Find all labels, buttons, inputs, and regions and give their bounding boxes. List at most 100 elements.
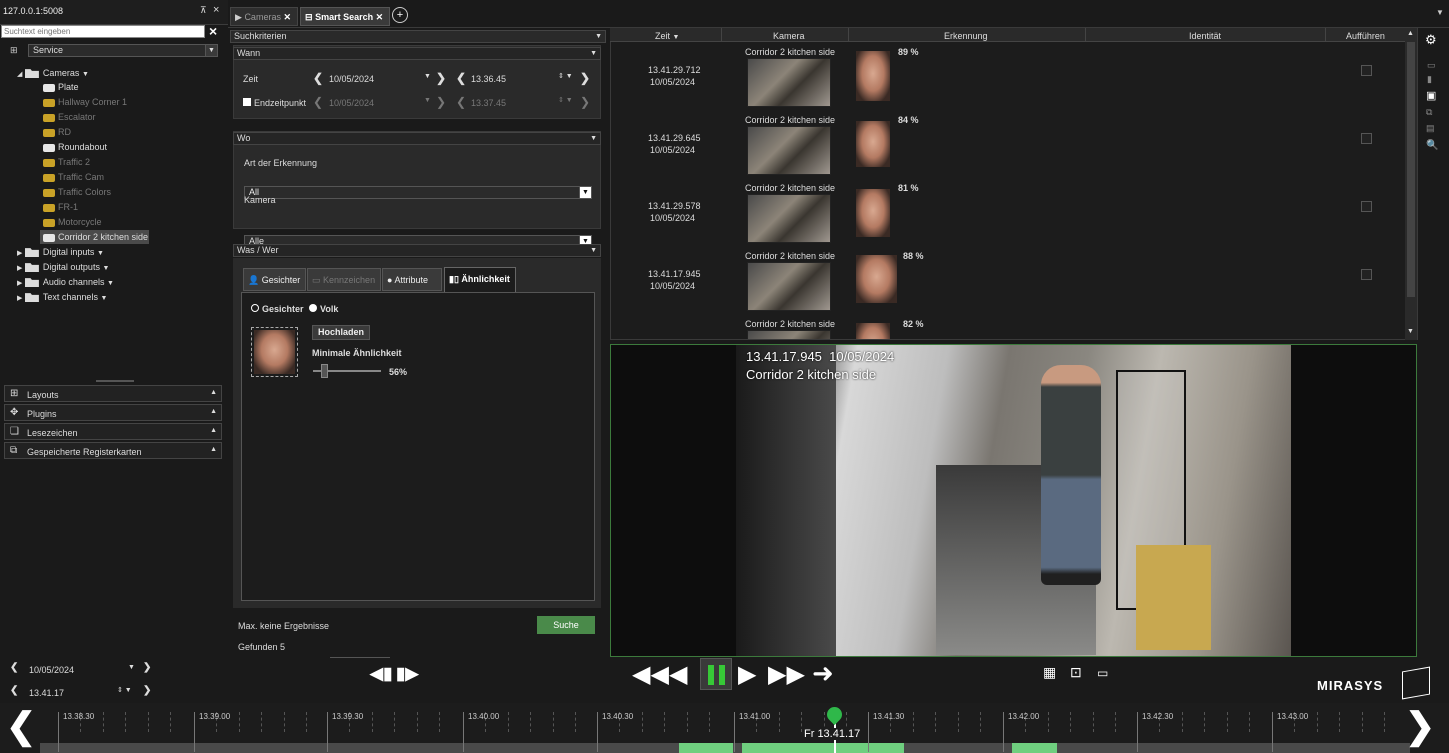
splitter-handle[interactable]: [96, 380, 134, 382]
playback-date[interactable]: 10/05/2024: [29, 665, 74, 675]
tree-digital-inputs[interactable]: ▶ Digital inputs ▼: [17, 245, 104, 259]
step-back-button[interactable]: ◀▮: [370, 664, 392, 684]
prev-day-button[interactable]: ❮: [10, 662, 18, 673]
close-tab-icon[interactable]: ✕: [283, 12, 291, 22]
search-button[interactable]: Suche: [537, 616, 595, 634]
waswer-header[interactable]: Was / Wer ▼: [233, 244, 601, 257]
row-face-crop[interactable]: [856, 51, 890, 101]
next-time-button[interactable]: ❯: [580, 71, 590, 85]
col-time[interactable]: Zeit ▼: [655, 31, 679, 41]
radio-faces[interactable]: [251, 304, 259, 312]
go-live-button[interactable]: ➜: [812, 658, 834, 689]
wo-header[interactable]: Wo ▼: [233, 132, 601, 145]
tree-camera-fr1[interactable]: FR-1: [43, 200, 78, 214]
side-panel-saved-tabs[interactable]: ⧉ Gespeicherte Registerkarten ▲: [4, 442, 222, 459]
search-input[interactable]: [1, 25, 205, 38]
next-time-button[interactable]: ❯: [143, 685, 151, 696]
export-icon[interactable]: ⧉: [1426, 107, 1432, 118]
radio-crowd[interactable]: [309, 304, 317, 312]
next-day-button[interactable]: ❯: [143, 662, 151, 673]
table-row[interactable]: 13.41.29.645 10/05/2024 Corridor 2 kitch…: [611, 111, 1405, 177]
panel-icon[interactable]: ▮: [1427, 74, 1432, 85]
fast-rewind-button[interactable]: ◀◀: [632, 660, 669, 689]
overflow-menu-icon[interactable]: ▼: [1436, 8, 1444, 17]
row-face-crop[interactable]: [856, 189, 890, 237]
tree-camera-roundabout[interactable]: Roundabout: [43, 140, 107, 154]
bookmark-add-icon[interactable]: ⊡: [1070, 664, 1082, 681]
table-row[interactable]: 13.41.17.945 10/05/2024 Corridor 2 kitch…: [611, 247, 1405, 313]
layout-icon[interactable]: ▭: [1427, 60, 1436, 71]
save-icon[interactable]: ▣: [1426, 89, 1436, 102]
results-scrollbar[interactable]: ▲ ▼: [1405, 28, 1417, 340]
row-show-checkbox[interactable]: [1361, 201, 1372, 212]
end-date-field[interactable]: 10/05/2024: [329, 98, 374, 108]
subtab-similarity[interactable]: ▮▯ Ähnlichkeit: [444, 267, 516, 293]
end-time-checkbox[interactable]: [243, 98, 251, 106]
tree-digital-outputs[interactable]: ▶ Digital outputs ▼: [17, 260, 109, 274]
tree-camera-rd[interactable]: RD: [43, 125, 71, 139]
video-frame[interactable]: 13.41.17.945 10/05/2024 Corridor 2 kitch…: [736, 345, 1291, 656]
table-row[interactable]: Corridor 2 kitchen side 82 %: [611, 315, 1405, 339]
side-panel-plugins[interactable]: ✥ Plugins ▲: [4, 404, 222, 421]
zeit-time-field[interactable]: 13.36.45: [471, 74, 506, 84]
list-icon[interactable]: ▤: [1426, 123, 1435, 134]
tab-smart-search[interactable]: ⊟ Smart Search ✕: [300, 7, 390, 26]
play-reverse-button[interactable]: ◀: [669, 660, 687, 689]
tree-camera-hallway[interactable]: Hallway Corner 1: [43, 95, 127, 109]
timeline-back-button[interactable]: ❮: [6, 708, 36, 744]
col-show[interactable]: Aufführen: [1346, 31, 1385, 41]
tree-camera-escalator[interactable]: Escalator: [43, 110, 96, 124]
detection-type-select[interactable]: All ▼: [244, 186, 592, 199]
row-show-checkbox[interactable]: [1361, 65, 1372, 76]
timeline-forward-button[interactable]: ❯: [1405, 708, 1435, 744]
row-thumbnail[interactable]: [747, 330, 831, 339]
upload-button[interactable]: Hochladen: [312, 325, 370, 340]
clear-search-button[interactable]: ×: [209, 23, 217, 39]
end-time-field[interactable]: 13.37.45: [471, 98, 506, 108]
scroll-thumb[interactable]: [1407, 42, 1415, 297]
date-dropdown-icon[interactable]: ▼: [424, 73, 431, 80]
tree-camera-trafficcolors[interactable]: Traffic Colors: [43, 185, 111, 199]
side-panel-bookmarks[interactable]: ❏ Lesezeichen ▲: [4, 423, 222, 440]
row-thumbnail[interactable]: [747, 194, 831, 243]
prev-date-button[interactable]: ❮: [313, 71, 323, 85]
table-row[interactable]: 13.41.29.578 10/05/2024 Corridor 2 kitch…: [611, 179, 1405, 245]
date-dropdown-icon[interactable]: ▼: [128, 664, 135, 671]
date-dropdown-icon[interactable]: ▼: [424, 97, 431, 104]
single-view-icon[interactable]: ▭: [1097, 666, 1108, 680]
tree-camera-traffic2[interactable]: Traffic 2: [43, 155, 90, 169]
row-show-checkbox[interactable]: [1361, 269, 1372, 280]
zoom-icon[interactable]: 🔍: [1426, 140, 1438, 151]
prev-time-button[interactable]: ❮: [456, 71, 466, 85]
subtab-faces[interactable]: 👤 Gesichter: [243, 268, 306, 291]
col-detection[interactable]: Erkennung: [944, 31, 988, 41]
row-show-checkbox[interactable]: [1361, 133, 1372, 144]
tree-camera-plate[interactable]: Plate: [43, 80, 79, 94]
pause-button[interactable]: [700, 658, 732, 690]
next-time-button[interactable]: ❯: [580, 95, 590, 109]
col-camera[interactable]: Kamera: [773, 31, 805, 41]
server-select[interactable]: Service ▼: [28, 44, 218, 57]
tree-camera-motorcycle[interactable]: Motorcycle: [43, 215, 102, 229]
tree-cameras[interactable]: ◢ Cameras ▼: [17, 66, 89, 80]
step-forward-button[interactable]: ▮▶: [396, 664, 418, 684]
row-face-crop[interactable]: [856, 323, 890, 339]
row-thumbnail[interactable]: [747, 126, 831, 175]
grid-view-icon[interactable]: ▦: [1043, 664, 1056, 681]
subtab-attributes[interactable]: ● Attribute: [382, 268, 442, 291]
similarity-slider-thumb[interactable]: [321, 364, 328, 378]
prev-time-button[interactable]: ❮: [456, 95, 466, 109]
tab-cameras[interactable]: ▶ Cameras ✕: [230, 7, 298, 26]
row-thumbnail[interactable]: [747, 262, 831, 311]
reference-face-image[interactable]: [251, 327, 298, 377]
table-row[interactable]: 13.41.29.712 10/05/2024 Corridor 2 kitch…: [611, 43, 1405, 109]
fast-forward-button[interactable]: ▶▶: [768, 660, 805, 689]
criteria-header[interactable]: Suchkriterien ▼: [230, 30, 606, 43]
time-spinner-icon[interactable]: ⇕ ▼: [117, 686, 132, 694]
row-face-crop[interactable]: [856, 121, 890, 167]
scroll-down-icon[interactable]: ▼: [1407, 328, 1414, 335]
next-date-button[interactable]: ❯: [436, 95, 446, 109]
prev-date-button[interactable]: ❮: [313, 95, 323, 109]
gear-icon[interactable]: ⚙: [1425, 32, 1437, 48]
time-spinner-icon[interactable]: ⇕ ▼: [558, 72, 573, 80]
